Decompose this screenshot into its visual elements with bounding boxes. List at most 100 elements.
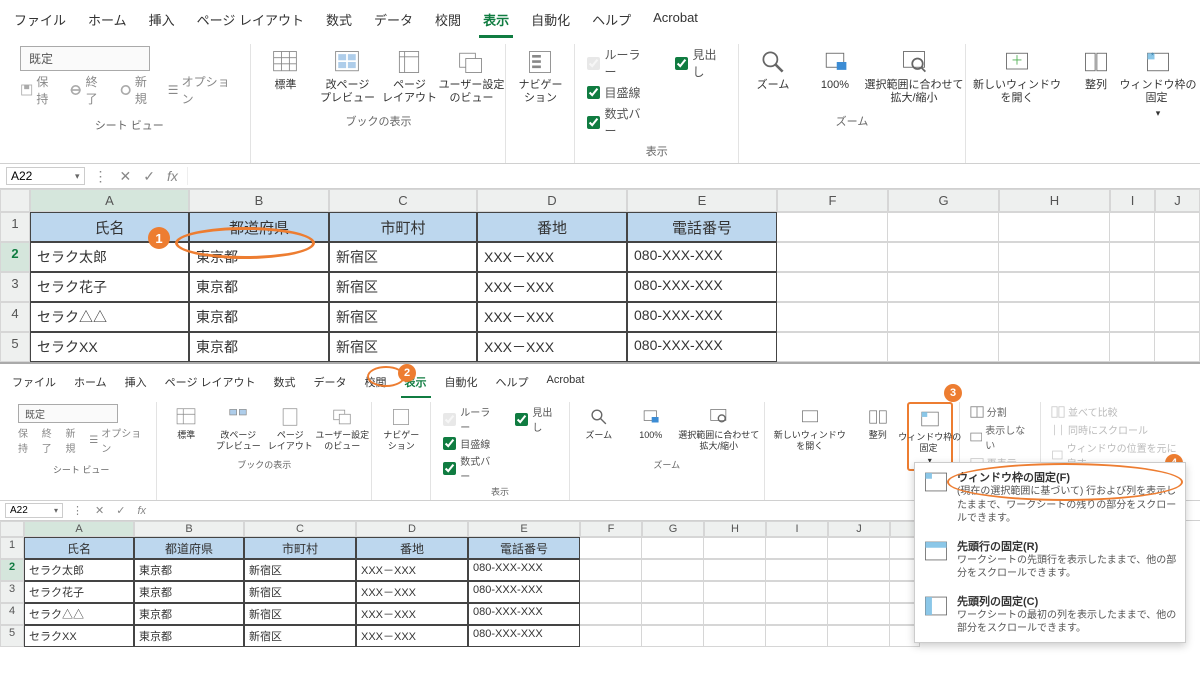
menu2-review[interactable]: 校閲 xyxy=(361,370,391,398)
menu2-data[interactable]: データ xyxy=(310,370,351,398)
th-tel[interactable]: 電話番号 xyxy=(627,212,777,242)
btn-normal-view[interactable]: 標準 xyxy=(257,44,313,96)
fb2-cancel[interactable]: ✕ xyxy=(92,504,107,517)
formula-input-top[interactable] xyxy=(187,167,1194,185)
btn-navigation[interactable]: ナビゲー ション xyxy=(512,44,568,109)
freeze-panes-row[interactable]: ウィンドウ枠の固定(F)(現在の選択範囲に基づいて) 行および列を表示したままで… xyxy=(915,463,1185,532)
colhdr-F[interactable]: F xyxy=(777,189,888,212)
rowhdr-4[interactable]: 4 xyxy=(0,302,30,332)
colhdr-J[interactable]: J xyxy=(1155,189,1200,212)
colhdr-B[interactable]: B xyxy=(189,189,329,212)
cell-B4[interactable]: 東京都 xyxy=(189,302,329,332)
sheetview2-keep[interactable]: 保持 xyxy=(18,425,36,455)
menu-file[interactable]: ファイル xyxy=(10,6,70,38)
colhdr-H[interactable]: H xyxy=(999,189,1110,212)
btn2-pagebreak[interactable]: 改ページ プレビュー xyxy=(215,402,261,456)
cell-C3[interactable]: 新宿区 xyxy=(329,272,477,302)
chk-formulabar[interactable]: 数式バー xyxy=(587,105,649,139)
colhdr-I[interactable]: I xyxy=(1110,189,1155,212)
menu2-automate[interactable]: 自動化 xyxy=(441,370,482,398)
name-box-top[interactable]: ▾ xyxy=(6,167,85,185)
btn2-arrange[interactable]: 整列 xyxy=(855,402,901,445)
menu2-insert[interactable]: 挿入 xyxy=(121,370,151,398)
colhdr-C[interactable]: C xyxy=(329,189,477,212)
select-all-corner-bot[interactable] xyxy=(0,521,24,537)
btn2-freeze[interactable]: ウィンドウ枠の 固定 ▾ xyxy=(907,402,953,471)
menu-review[interactable]: 校閲 xyxy=(431,6,465,38)
sheetview-end[interactable]: 終了 xyxy=(69,73,108,107)
freeze-top-row[interactable]: 先頭行の固定(R)ワークシートの先頭行を表示したままで、他の部分をスクロールでき… xyxy=(915,532,1185,587)
sheetview-new[interactable]: 新規 xyxy=(119,73,158,107)
btn-arrange[interactable]: 整列 xyxy=(1068,44,1124,96)
cell-D2[interactable]: XXX－XXX xyxy=(477,242,627,272)
btn2-customview[interactable]: ユーザー設定 のビュー xyxy=(319,402,365,456)
menu2-pagelayout[interactable]: ページ レイアウト xyxy=(161,370,260,398)
sheetview-options[interactable]: ☰ オプション xyxy=(168,73,239,107)
btn-hide[interactable]: 表示しない xyxy=(970,422,1030,452)
btn2-zoom100[interactable]: 100% xyxy=(628,402,674,445)
colhdr-A[interactable]: A xyxy=(30,189,189,212)
chk-headings[interactable]: 見出し xyxy=(675,46,726,80)
btn-zoom-selection[interactable]: 選択範囲に合わせて 拡大/縮小 xyxy=(869,44,959,109)
btn-custom-view[interactable]: ユーザー設定 のビュー xyxy=(443,44,499,109)
menu-automate[interactable]: 自動化 xyxy=(527,6,574,38)
btn-pagelayout-view[interactable]: ページ レイアウト xyxy=(381,44,437,109)
rowhdr-3[interactable]: 3 xyxy=(0,272,30,302)
chk2-formulabar[interactable]: 数式バー xyxy=(443,453,493,483)
chk-gridlines[interactable]: 目盛線 xyxy=(587,84,649,101)
cell-B5[interactable]: 東京都 xyxy=(189,332,329,362)
btn-pagebreak-view[interactable]: 改ページ プレビュー xyxy=(319,44,375,109)
cell-E4[interactable]: 080-XXX-XXX xyxy=(627,302,777,332)
th-pref[interactable]: 都道府県 xyxy=(189,212,329,242)
chk2-headings[interactable]: 見出し xyxy=(515,404,556,434)
rowhdr-5[interactable]: 5 xyxy=(0,332,30,362)
cell-B3[interactable]: 東京都 xyxy=(189,272,329,302)
menu2-help[interactable]: ヘルプ xyxy=(492,370,533,398)
menu-insert[interactable]: 挿入 xyxy=(145,6,179,38)
btn2-newwin[interactable]: 新しいウィンドウ を開く xyxy=(771,402,849,456)
cell-D3[interactable]: XXX－XXX xyxy=(477,272,627,302)
btn2-nav[interactable]: ナビゲー ション xyxy=(378,402,424,456)
sheetview2-new[interactable]: 新規 xyxy=(66,425,84,455)
rowhdr-1[interactable]: 1 xyxy=(0,212,30,242)
sheetview2-input[interactable]: 既定 xyxy=(18,404,118,423)
menu-view[interactable]: 表示 xyxy=(479,6,513,38)
cell-C4[interactable]: 新宿区 xyxy=(329,302,477,332)
cell-B2[interactable]: 東京都 xyxy=(189,242,329,272)
menu-formulas[interactable]: 数式 xyxy=(322,6,356,38)
cell-A4[interactable]: セラク△△ xyxy=(30,302,189,332)
rowhdr-2[interactable]: 2 xyxy=(0,242,30,272)
fb-fx-icon[interactable]: fx xyxy=(164,168,181,184)
fb-enter[interactable]: ✓ xyxy=(140,168,158,185)
chk2-gridlines[interactable]: 目盛線 xyxy=(443,436,493,451)
sheetview2-opt[interactable]: ☰ オプション xyxy=(89,425,144,455)
fb2-drop[interactable]: ⋮ xyxy=(69,504,86,517)
chk-ruler[interactable]: ルーラー xyxy=(587,46,649,80)
btn-new-window[interactable]: ＋新しいウィンドウ を開く xyxy=(972,44,1062,109)
menu2-formulas[interactable]: 数式 xyxy=(270,370,300,398)
cell-E2[interactable]: 080-XXX-XXX xyxy=(627,242,777,272)
fb2-fx[interactable]: fx xyxy=(134,505,149,517)
btn2-zoom[interactable]: ズーム xyxy=(576,402,622,445)
btn-split[interactable]: 分割 xyxy=(970,404,1030,419)
name-box-bot[interactable]: ▾ xyxy=(5,503,63,518)
cell-C5[interactable]: 新宿区 xyxy=(329,332,477,362)
sheetview2-end[interactable]: 終了 xyxy=(42,425,60,455)
cell-E3[interactable]: 080-XXX-XXX xyxy=(627,272,777,302)
cell-D5[interactable]: XXX－XXX xyxy=(477,332,627,362)
menu2-home[interactable]: ホーム xyxy=(70,370,111,398)
freeze-first-col[interactable]: 先頭列の固定(C)ワークシートの最初の列を表示したままで、他の部分をスクロールで… xyxy=(915,587,1185,642)
menu-help[interactable]: ヘルプ xyxy=(588,6,635,38)
cell-E5[interactable]: 080-XXX-XXX xyxy=(627,332,777,362)
fb-cancel[interactable]: ✕ xyxy=(117,168,135,185)
th-city[interactable]: 市町村 xyxy=(329,212,477,242)
select-all-corner[interactable] xyxy=(0,189,30,212)
cell-A3[interactable]: セラク花子 xyxy=(30,272,189,302)
fb2-ok[interactable]: ✓ xyxy=(113,504,128,517)
btn2-normal[interactable]: 標準 xyxy=(163,402,209,445)
colhdr-D[interactable]: D xyxy=(477,189,627,212)
menu-home[interactable]: ホーム xyxy=(84,6,131,38)
btn-zoom-100[interactable]: 100% xyxy=(807,44,863,96)
menu-acrobat[interactable]: Acrobat xyxy=(649,6,702,38)
btn2-pagelayout[interactable]: ページ レイアウト xyxy=(267,402,313,456)
